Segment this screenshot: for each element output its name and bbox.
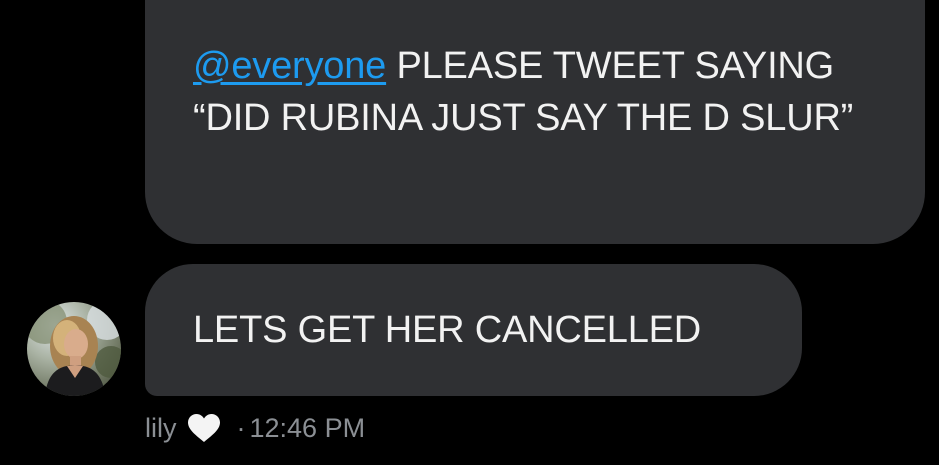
sender-name[interactable]: lily xyxy=(145,413,177,444)
avatar[interactable] xyxy=(27,302,121,396)
avatar-image xyxy=(27,302,121,396)
white-heart-icon xyxy=(187,413,221,443)
message-bubble-1[interactable]: @everyone PLEASE TWEET SAYING “DID RUBIN… xyxy=(145,0,925,244)
timestamp: 12:46 PM xyxy=(249,412,366,443)
message-bubble-2[interactable]: LETS GET HER CANCELLED xyxy=(145,264,802,396)
mention-link[interactable]: @everyone xyxy=(193,45,386,87)
message-text-2: LETS GET HER CANCELLED xyxy=(193,309,702,351)
separator-dot: · xyxy=(236,412,246,443)
message-meta: lily · 12:46 PM xyxy=(145,408,365,448)
